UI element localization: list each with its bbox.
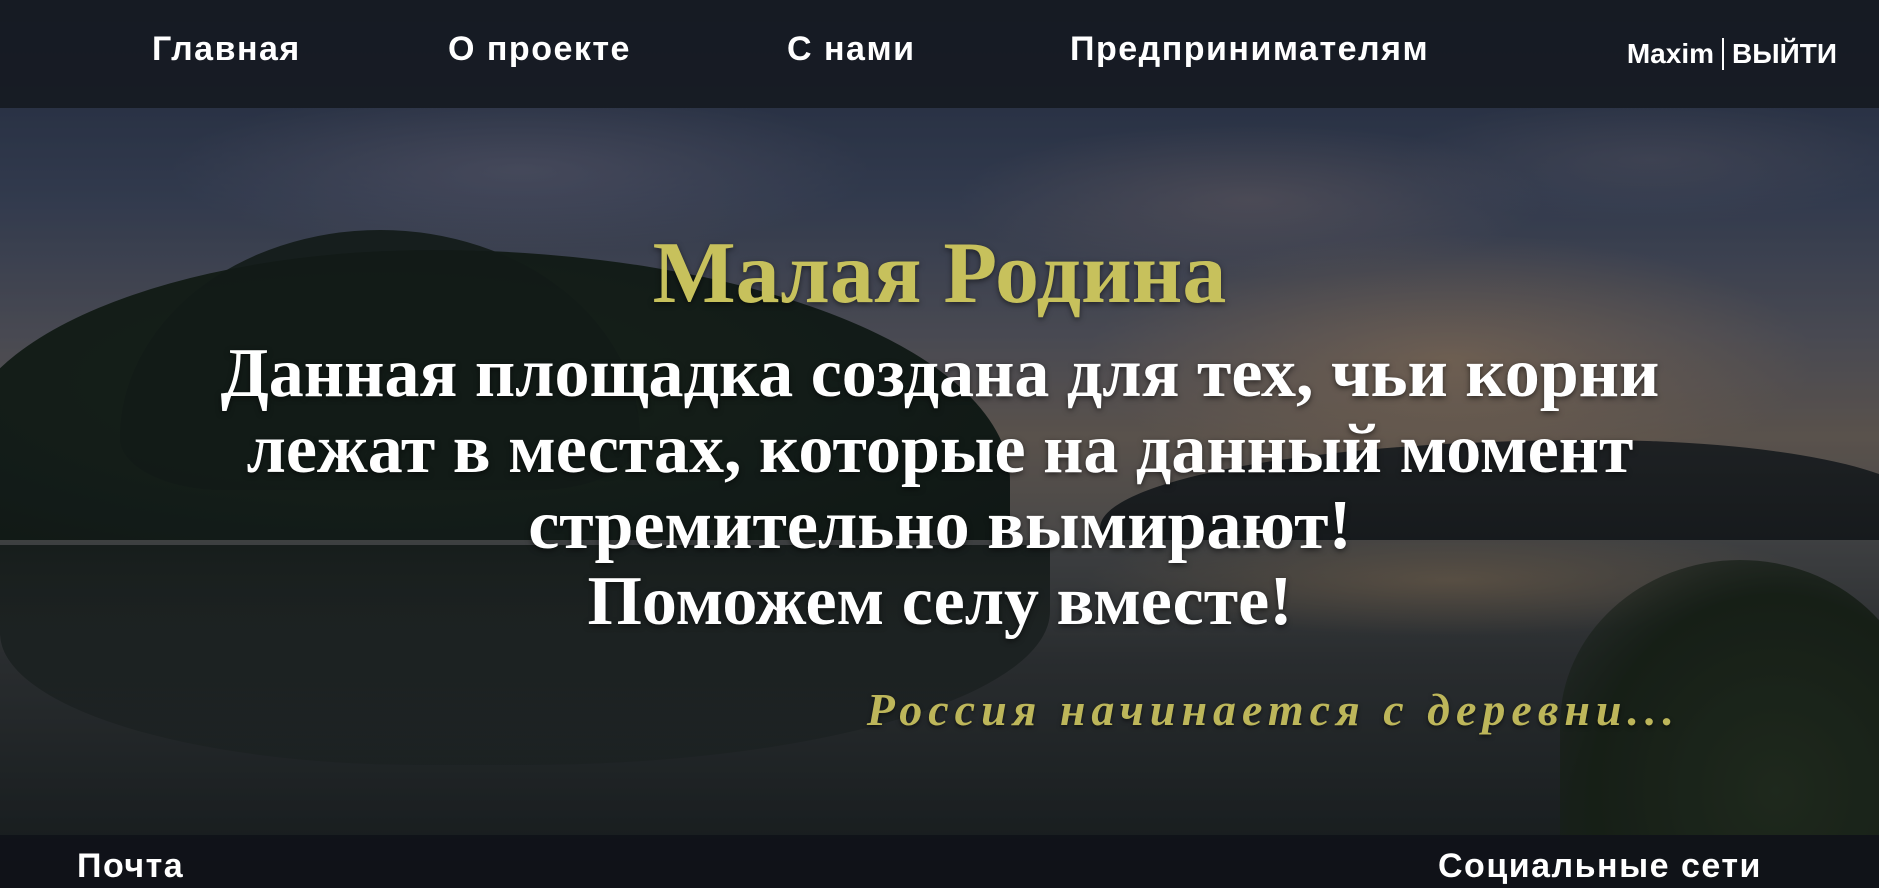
hero-slogan: Россия начинается с деревни... [866,684,1680,735]
footer-link-mail[interactable]: Почта [77,847,184,886]
nav-link-home[interactable]: Главная [152,30,301,69]
hero-line: стремительно вымирают! [528,487,1352,564]
hero-section: Малая Родина Данная площадка создана для… [0,108,1879,835]
top-navigation: Главная О проекте С нами Предпринимателя… [0,0,1879,108]
nav-link-join-us[interactable]: С нами [787,30,916,69]
user-separator [1722,38,1724,70]
hero-description: Данная площадка создана для тех, чьи кор… [120,336,1760,640]
hero-line: Данная площадка создана для тех, чьи кор… [220,335,1660,412]
hero-line: лежат в местах, которые на данный момент [246,411,1634,488]
footer-link-social[interactable]: Социальные сети [1438,847,1762,886]
nav-link-entrepreneurs[interactable]: Предпринимателям [1070,30,1429,69]
hero-line: Поможем селу вместе! [587,563,1293,640]
username-label: Maxim [1626,38,1714,69]
footer: Почта Социальные сети [0,835,1879,888]
user-area: Maxim ВЫЙТИ [1627,38,1837,70]
hero-title: Малая Родина [652,225,1227,322]
logout-link[interactable]: ВЫЙТИ [1732,38,1837,70]
nav-link-about[interactable]: О проекте [448,30,631,69]
